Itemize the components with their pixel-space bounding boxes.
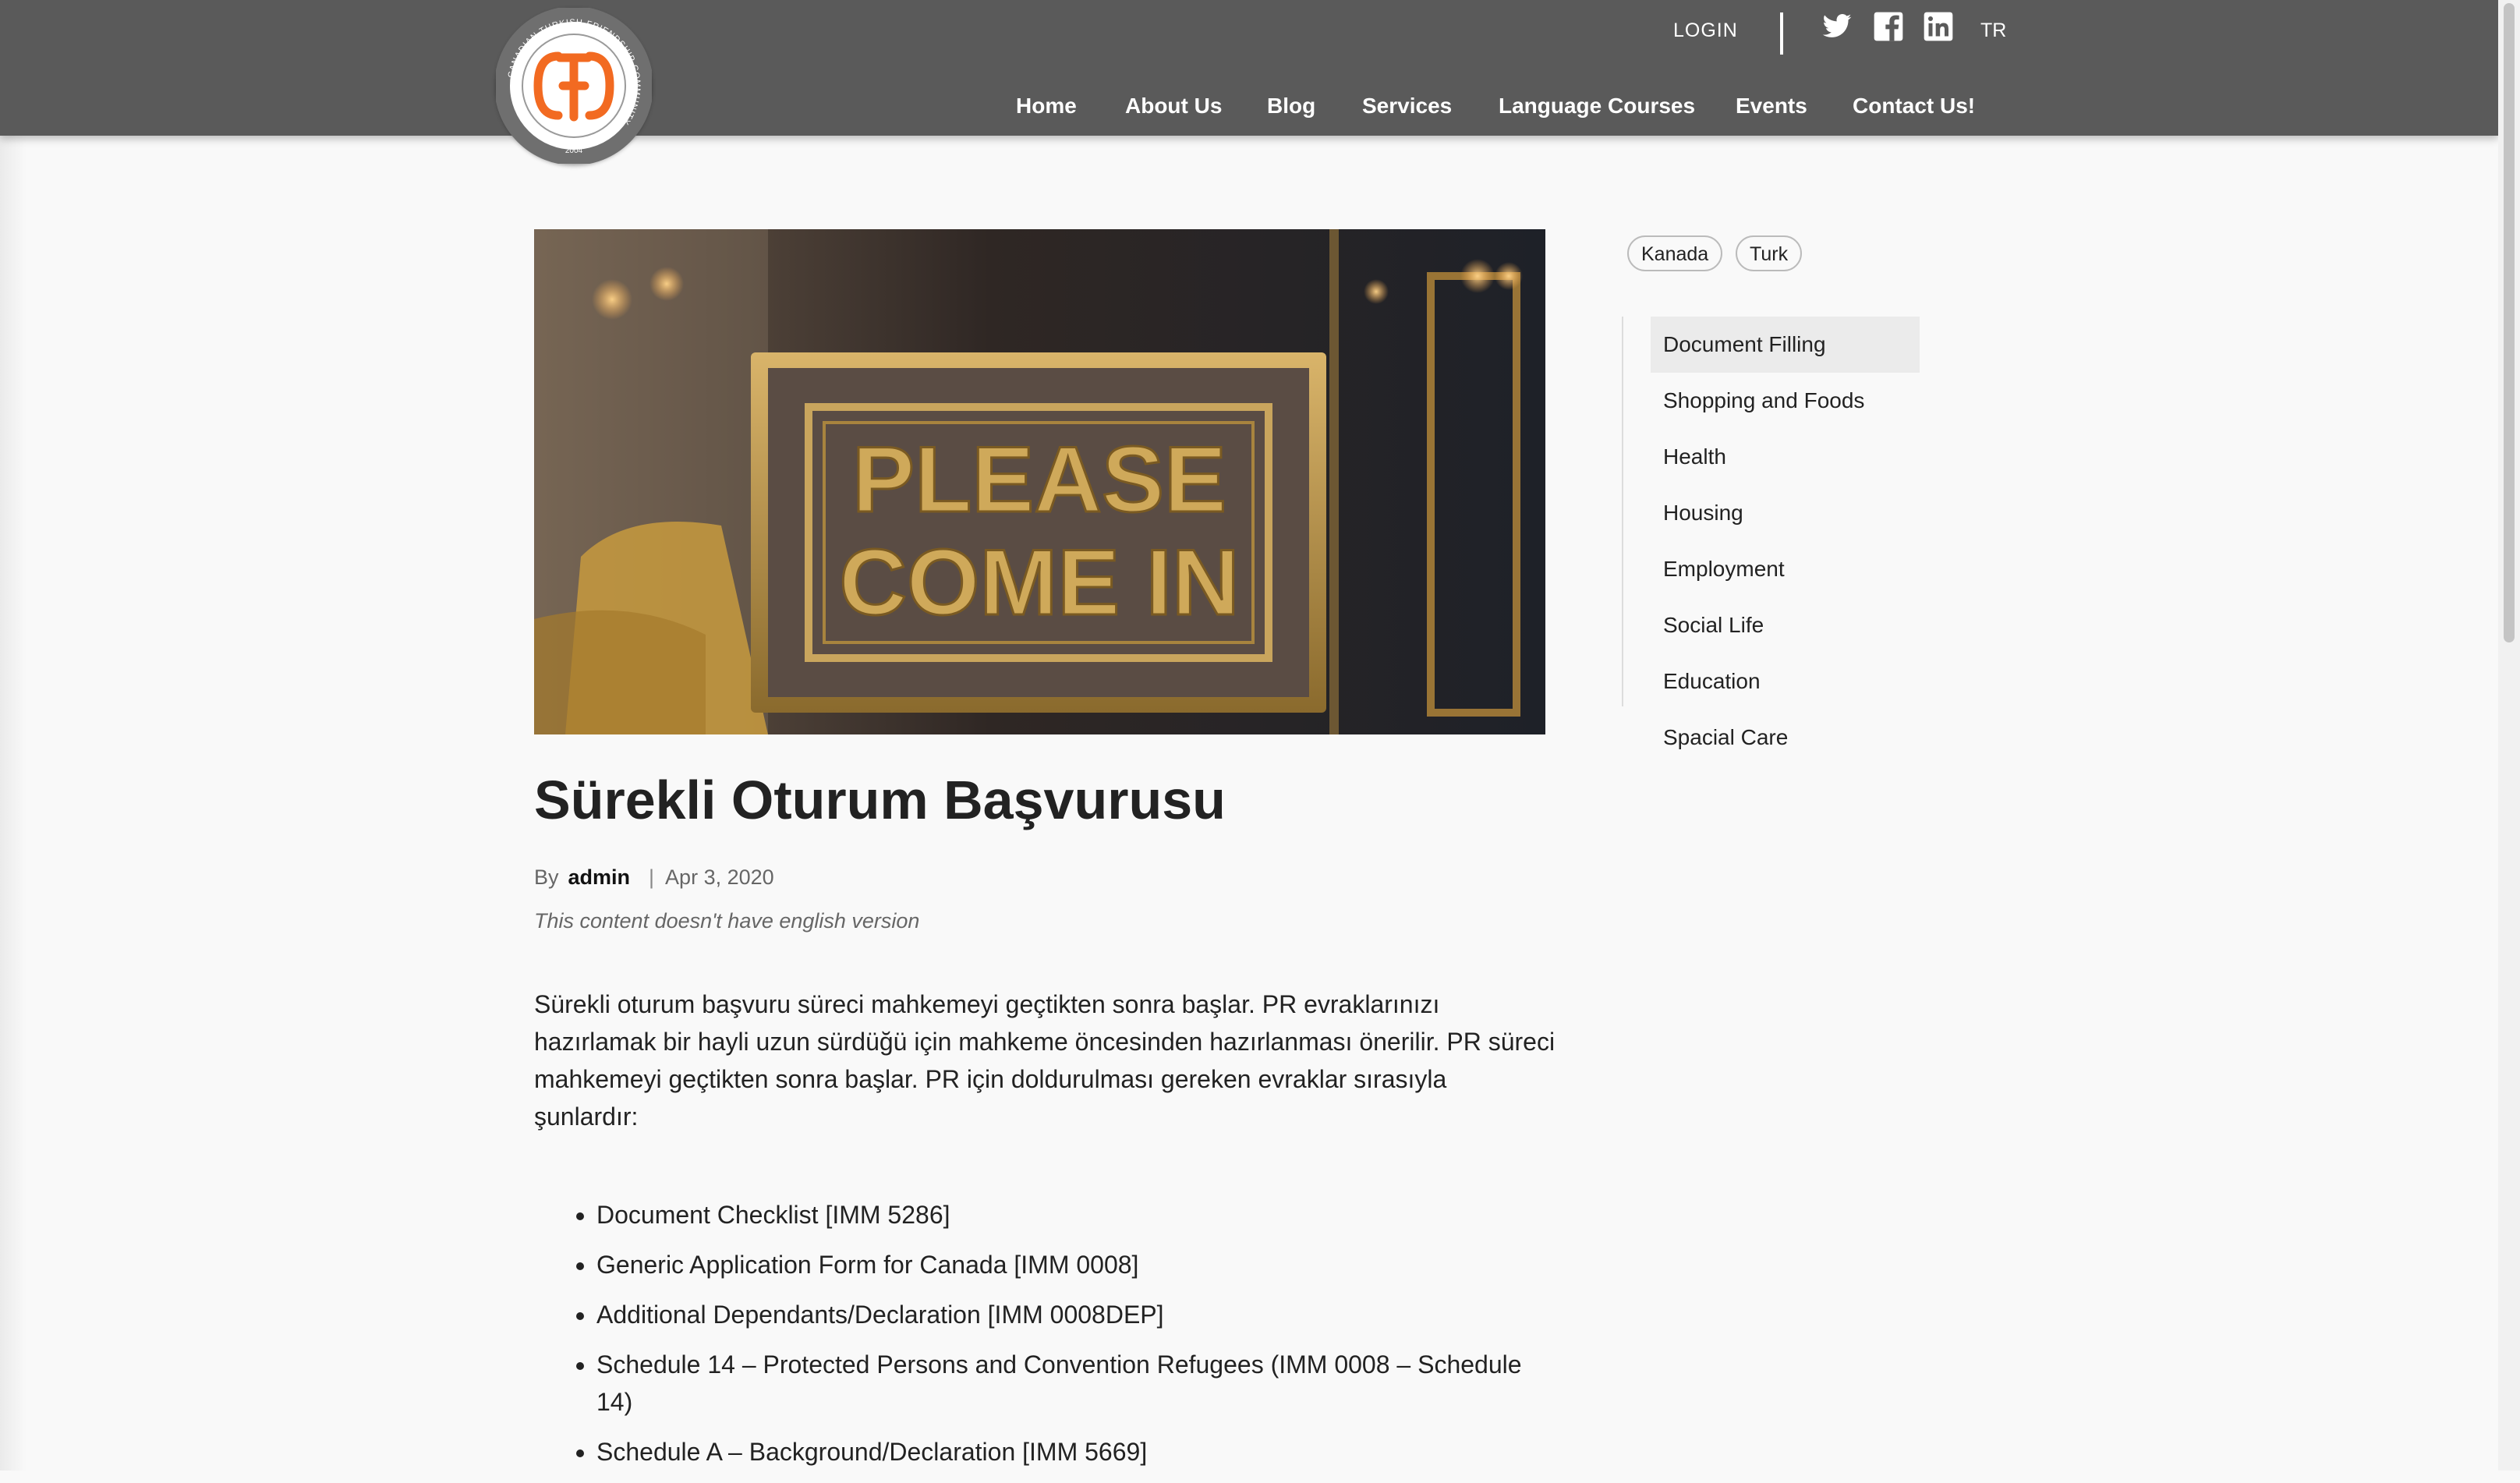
logo-year: 2004 — [565, 147, 583, 155]
category-list: Document Filling Shopping and Foods Heal… — [1651, 317, 1920, 766]
intro-paragraph: Sürekli oturum başvuru süreci mahkemeyi … — [534, 990, 1556, 1131]
language-switch[interactable]: TR — [1980, 17, 2006, 44]
tag-turk[interactable]: Turk — [1736, 235, 1803, 271]
list-item: Schedule A – Background/Declaration [IMM… — [596, 1433, 1556, 1471]
page-title: Sürekli Oturum Başvurusu — [534, 770, 1226, 830]
twitter-icon[interactable] — [1821, 11, 1853, 42]
nav-home[interactable]: Home — [1016, 90, 1077, 122]
tag-kanada[interactable]: Kanada — [1627, 235, 1723, 271]
sign-line-1: PLEASE — [852, 427, 1226, 532]
category-spacial-care[interactable]: Spacial Care — [1651, 710, 1920, 766]
list-item: Document Checklist [IMM 5286] — [596, 1196, 1556, 1233]
meta-separator: | — [649, 865, 655, 889]
login-link[interactable]: LOGIN — [1673, 17, 1738, 44]
by-label: By — [534, 865, 559, 889]
nav-about-us[interactable]: About Us — [1125, 90, 1222, 122]
facebook-icon[interactable] — [1873, 11, 1904, 42]
post-meta: By admin | Apr 3, 2020 — [534, 865, 774, 890]
list-item: Schedule 14 – Protected Persons and Conv… — [596, 1346, 1556, 1421]
header-divider — [1780, 12, 1783, 55]
list-item: Additional Dependants/Declaration [IMM 0… — [596, 1296, 1556, 1333]
nav-services[interactable]: Services — [1362, 90, 1452, 122]
category-housing[interactable]: Housing — [1651, 485, 1920, 541]
category-health[interactable]: Health — [1651, 429, 1920, 485]
nav-events[interactable]: Events — [1736, 90, 1807, 122]
sign-line-2: COME IN — [839, 530, 1239, 635]
category-shopping-and-foods[interactable]: Shopping and Foods — [1651, 373, 1920, 429]
document-list: Document Checklist [IMM 5286] Generic Ap… — [534, 1196, 1556, 1483]
site-header: LOGIN TR Home About Us Blog Services Lan… — [0, 0, 2498, 136]
nav-language-courses[interactable]: Language Courses — [1499, 90, 1695, 122]
category-divider — [1622, 317, 1623, 706]
nav-blog[interactable]: Blog — [1267, 90, 1315, 122]
scrollbar-thumb[interactable] — [2504, 3, 2515, 642]
author-link[interactable]: admin — [568, 865, 631, 889]
post-date: Apr 3, 2020 — [665, 865, 774, 889]
main-nav: Home About Us Blog Services Language Cou… — [0, 90, 2498, 122]
category-document-filling[interactable]: Document Filling — [1651, 317, 1920, 373]
language-note: This content doesn't have english versio… — [534, 909, 920, 933]
list-item: Generic Application Form for Canada [IMM… — [596, 1246, 1556, 1283]
hero-image: PLEASE COME IN — [534, 229, 1545, 734]
category-social-life[interactable]: Social Life — [1651, 597, 1920, 653]
nav-contact-us[interactable]: Contact Us! — [1853, 90, 1975, 122]
page-left-shadow — [0, 136, 27, 1471]
category-education[interactable]: Education — [1651, 653, 1920, 710]
linkedin-icon[interactable] — [1923, 11, 1954, 42]
site-logo[interactable]: CANADIAN TURKISH FRIENDSHIP COMMUNITY 20… — [496, 8, 652, 164]
category-employment[interactable]: Employment — [1651, 541, 1920, 597]
